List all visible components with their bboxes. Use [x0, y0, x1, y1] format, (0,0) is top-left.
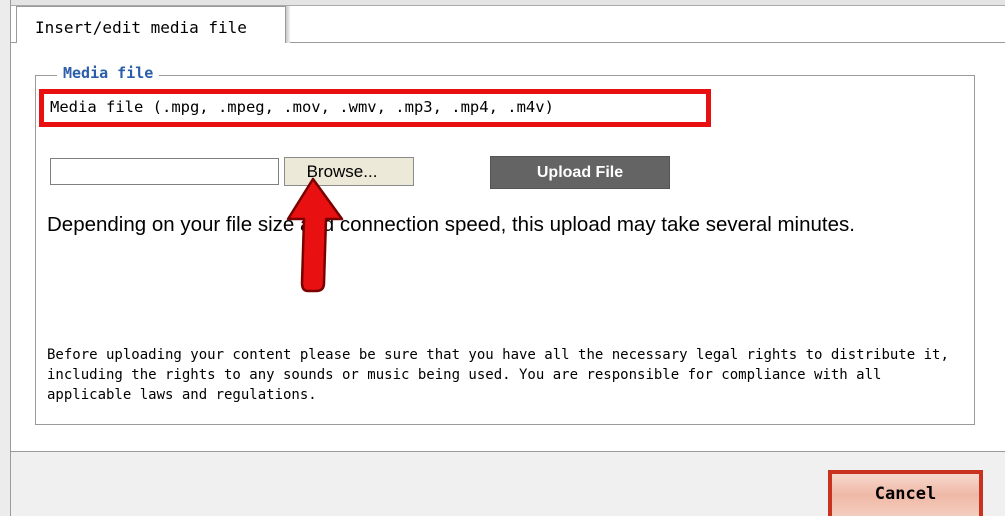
legal-rights-notice: Before uploading your content please be … — [47, 347, 949, 403]
tab-insert-edit-media[interactable]: Insert/edit media file — [16, 6, 286, 43]
window-left-border — [0, 0, 11, 516]
upload-file-button[interactable]: Upload File — [490, 156, 670, 189]
media-dialog: Insert/edit media file Media file Media … — [0, 0, 1005, 516]
file-path-input[interactable] — [50, 158, 279, 185]
annotation-arrow-icon — [286, 177, 344, 293]
upload-duration-note: Depending on your file size and connecti… — [47, 213, 855, 236]
annotation-highlight-box — [39, 89, 711, 127]
cancel-button[interactable]: Cancel — [828, 470, 983, 516]
tab-edge-shadow — [286, 6, 290, 43]
fieldset-legend: Media file — [57, 64, 160, 82]
